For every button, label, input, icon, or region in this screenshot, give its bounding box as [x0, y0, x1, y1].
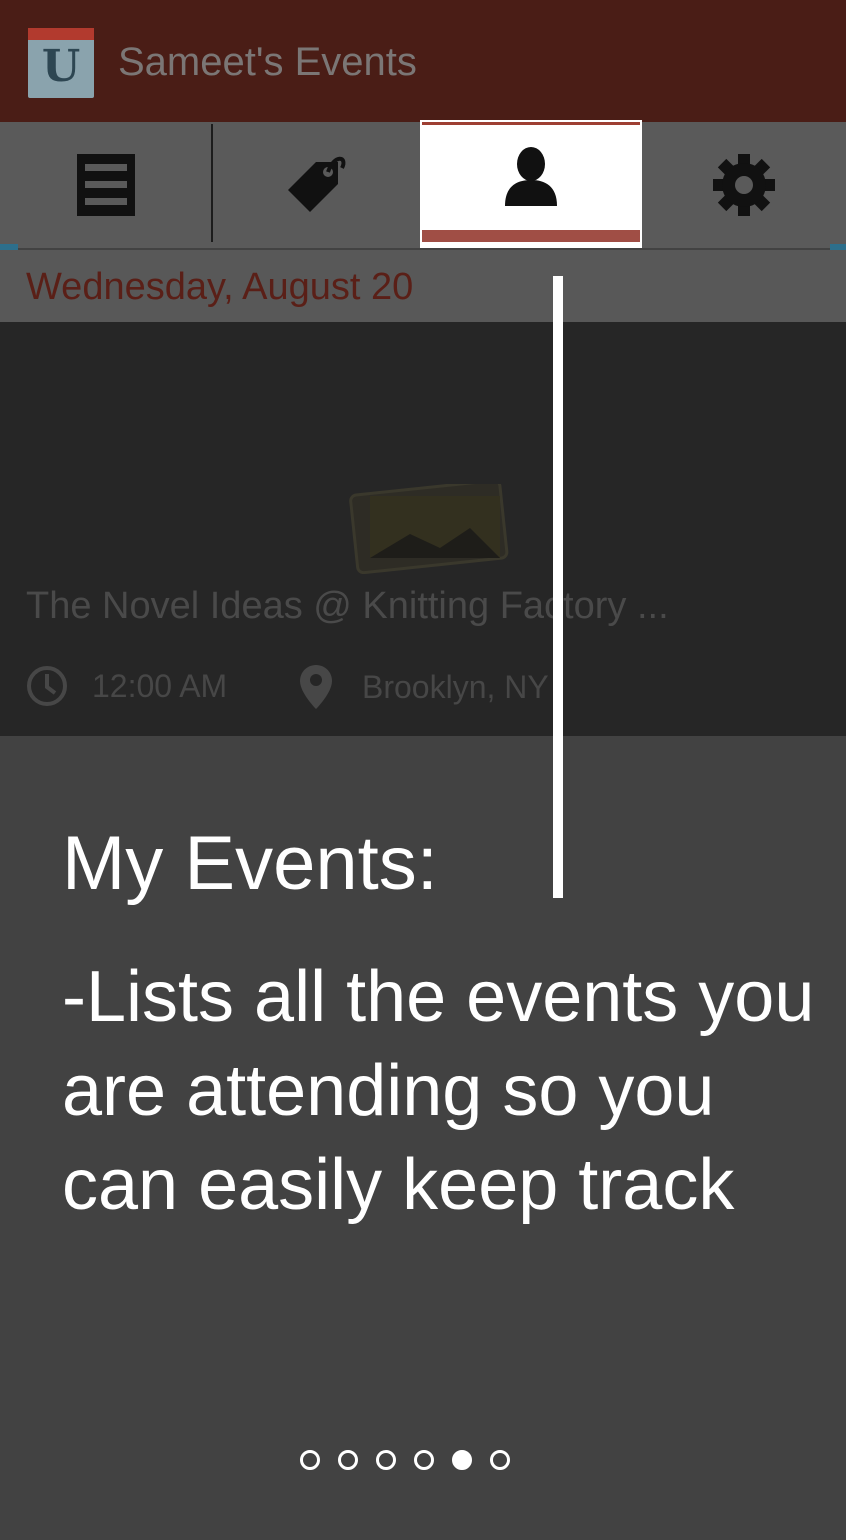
page-dot-5[interactable] [452, 1450, 472, 1470]
event-time: 12:00 AM [26, 665, 227, 707]
tab-settings[interactable] [642, 122, 846, 248]
tag-icon [287, 156, 345, 212]
tab-my-events[interactable] [420, 120, 642, 248]
pagination-dots [300, 1450, 528, 1470]
page-dot-1[interactable] [300, 1450, 320, 1470]
tutorial-pointer-line [553, 276, 563, 898]
event-location-label: Brooklyn, NY [362, 668, 549, 705]
page-dot-4[interactable] [414, 1450, 434, 1470]
clock-icon [27, 666, 67, 706]
page-dot-6[interactable] [490, 1450, 510, 1470]
title-bar: U Sameet's Events [0, 0, 846, 122]
tab-divider [211, 124, 213, 242]
tab-tags[interactable] [213, 122, 420, 248]
tutorial-description: -Lists all the events you are attending … [62, 957, 815, 1225]
date-header: Wednesday, August 20 [26, 266, 414, 308]
page-dot-2[interactable] [338, 1450, 358, 1470]
app-title: Sameet's Events [118, 40, 417, 84]
image-placeholder-icon [349, 484, 509, 574]
page-dot-3[interactable] [376, 1450, 396, 1470]
event-time-label: 12:00 AM [92, 667, 228, 704]
menu-icon [76, 154, 135, 216]
app-root: U Sameet's Events Wednesday, August 20 T… [0, 0, 846, 1540]
tutorial-heading: My Events: [62, 821, 438, 906]
gear-icon [713, 154, 775, 216]
event-title: The Novel Ideas @ Knitting Factory ... [26, 585, 669, 627]
location-pin-icon [300, 665, 332, 709]
app-logo: U [28, 28, 94, 98]
user-icon [505, 147, 557, 206]
tab-menu[interactable] [0, 122, 211, 248]
event-location: Brooklyn, NY [300, 665, 549, 709]
